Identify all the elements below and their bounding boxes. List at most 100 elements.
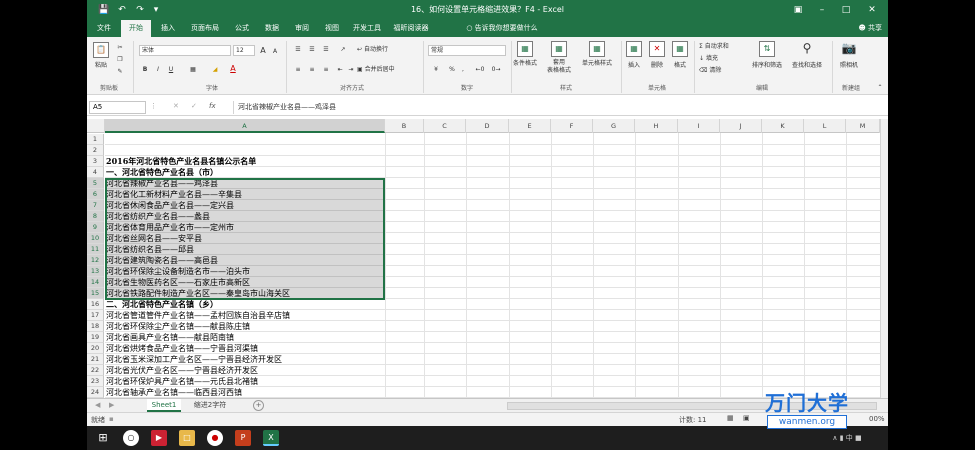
maximize-icon[interactable]: □ [835, 2, 857, 18]
cell-a16[interactable]: 二、河北省特色产业名镇（乡） [106, 299, 218, 310]
row-header[interactable]: 17 [87, 310, 104, 321]
row-header[interactable]: 8 [87, 211, 104, 222]
format-as-table-label[interactable]: 套用 表格格式 [543, 59, 575, 75]
browser-icon[interactable]: ○ [123, 430, 139, 446]
insert-function-button[interactable]: fx [209, 102, 216, 110]
column-header-h[interactable]: H [635, 119, 678, 133]
tab-insert[interactable]: 插入 [155, 20, 181, 37]
record-app-icon[interactable]: ● [207, 430, 223, 446]
increase-decimal-icon[interactable]: ←0 [473, 65, 487, 74]
align-left-icon[interactable]: ≡ [292, 65, 304, 74]
row-header[interactable]: 6 [87, 189, 104, 200]
cell-a19[interactable]: 河北省画具产业名镇——献县陌南镇 [106, 332, 234, 343]
close-icon[interactable]: ✕ [861, 2, 883, 18]
name-box[interactable]: A5 [89, 101, 146, 114]
worksheet-grid[interactable]: A B C D E F G H I J K L M 1 2 3 2016年河北省特色产… [87, 119, 888, 398]
currency-icon[interactable]: ¥ [429, 65, 443, 74]
tell-me-box[interactable]: ○ 告诉我你想要做什么 [457, 20, 547, 37]
insert-cells-icon[interactable]: ▦ [626, 41, 642, 57]
enter-icon[interactable]: ✓ [191, 102, 197, 110]
row-header[interactable]: 10 [87, 233, 104, 244]
sort-filter-icon[interactable]: ⇅ [759, 41, 775, 57]
cell-a21[interactable]: 河北省玉米深加工产业名区——宁晋县经济开发区 [106, 354, 282, 365]
delete-cells-icon[interactable]: ✕ [649, 41, 665, 57]
sort-filter-label[interactable]: 排序和筛选 [749, 61, 785, 70]
row-header[interactable]: 22 [87, 365, 104, 376]
row-header[interactable]: 16 [87, 299, 104, 310]
cell-a3[interactable]: 2016年河北省特色产业名县名镇公示名单 [106, 156, 256, 167]
cell-a23[interactable]: 河北省环保炉具产业名镇——元氏县北褚镇 [106, 376, 258, 387]
prev-sheet-icon[interactable]: ◀ [95, 401, 100, 409]
conditional-format-icon[interactable]: ▦ [517, 41, 533, 57]
tab-foxit[interactable]: 福昕阅读器 [389, 20, 433, 37]
windows-start-icon[interactable]: ⊞ [95, 430, 111, 446]
row-header[interactable]: 21 [87, 354, 104, 365]
decrease-decimal-icon[interactable]: 0→ [489, 65, 503, 74]
row-header[interactable]: 2 [87, 145, 104, 156]
wrap-text-button[interactable]: ↩ 自动换行 [357, 45, 397, 54]
row-header[interactable]: 15 [87, 288, 104, 299]
column-header-g[interactable]: G [593, 119, 635, 133]
next-sheet-icon[interactable]: ▶ [109, 401, 114, 409]
insert-cells-label[interactable]: 插入 [623, 61, 645, 70]
comma-button[interactable]: , [459, 65, 467, 74]
tab-page-layout[interactable]: 页面布局 [185, 20, 225, 37]
normal-view-icon[interactable]: ▦ [727, 414, 734, 422]
media-app-icon[interactable]: ▶ [151, 430, 167, 446]
column-header-a[interactable]: A [105, 119, 385, 133]
column-header-m[interactable]: M [846, 119, 880, 133]
copy-icon[interactable]: ❐ [115, 55, 125, 64]
conditional-format-label[interactable]: 条件格式 [509, 59, 541, 68]
font-size-select[interactable]: 12 [233, 45, 255, 56]
clear-button[interactable]: ⌫ 清除 [699, 66, 739, 75]
shrink-font-button[interactable]: A [270, 47, 280, 56]
row-header[interactable]: 11 [87, 244, 104, 255]
select-all-corner[interactable] [87, 119, 105, 133]
camera-icon[interactable]: 📷 [841, 41, 857, 57]
format-painter-icon[interactable]: ✎ [115, 67, 125, 76]
bold-button[interactable]: B [140, 65, 150, 74]
number-format-select[interactable]: 常规 [428, 45, 506, 56]
autosum-button[interactable]: Σ 自动求和 [699, 42, 749, 51]
row-header[interactable]: 13 [87, 266, 104, 277]
row-header[interactable]: 9 [87, 222, 104, 233]
sheet-tab-indent[interactable]: 缩进2字符 [185, 399, 235, 412]
merge-center-button[interactable]: ▣ 合并后居中 [357, 65, 407, 74]
ribbon-display-icon[interactable]: ▣ [787, 2, 809, 18]
format-cells-icon[interactable]: ▦ [672, 41, 688, 57]
paste-icon[interactable]: 📋 [93, 42, 109, 58]
powerpoint-icon[interactable]: P [235, 430, 251, 446]
cancel-icon[interactable]: ✕ [173, 102, 179, 110]
row-header[interactable]: 4 [87, 167, 104, 178]
file-explorer-icon[interactable]: □ [179, 430, 195, 446]
camera-label[interactable]: 照相机 [835, 61, 863, 70]
align-bottom-icon[interactable]: ☰ [320, 45, 332, 54]
cell-a17[interactable]: 河北省管道管件产业名镇——孟村回族自治县辛店镇 [106, 310, 290, 321]
tab-data[interactable]: 数据 [259, 20, 285, 37]
minimize-icon[interactable]: – [811, 2, 833, 18]
column-header-e[interactable]: E [509, 119, 551, 133]
row-header[interactable]: 5 [87, 178, 104, 189]
underline-button[interactable]: U [166, 65, 176, 74]
row-header[interactable]: 24 [87, 387, 104, 398]
tab-formulas[interactable]: 公式 [229, 20, 255, 37]
tab-review[interactable]: 审阅 [289, 20, 315, 37]
cell-a20[interactable]: 河北省烘烤食品产业名镇——宁晋县河渠镇 [106, 343, 258, 354]
tab-developer[interactable]: 开发工具 [349, 20, 385, 37]
cell-styles-label[interactable]: 单元格样式 [577, 59, 617, 68]
find-select-label[interactable]: 查找和选择 [787, 61, 827, 70]
tab-file[interactable]: 文件 [91, 20, 117, 37]
cell-styles-icon[interactable]: ▦ [589, 41, 605, 57]
italic-button[interactable]: I [153, 65, 163, 74]
cell-a4[interactable]: 一、河北省特色产业名县（市） [106, 167, 218, 178]
fill-button[interactable]: ↓ 填充 [699, 54, 739, 63]
excel-icon[interactable]: X [263, 430, 279, 446]
row-header[interactable]: 19 [87, 332, 104, 343]
borders-icon[interactable]: ▦ [187, 65, 199, 74]
column-header-j[interactable]: J [720, 119, 762, 133]
row-header[interactable]: 23 [87, 376, 104, 387]
formula-input[interactable]: 河北省辣椒产业名县——鸡泽县 [233, 101, 886, 114]
orientation-icon[interactable]: ↗ [337, 45, 349, 54]
font-name-select[interactable]: 宋体 [139, 45, 231, 56]
add-sheet-button[interactable]: + [253, 400, 264, 411]
